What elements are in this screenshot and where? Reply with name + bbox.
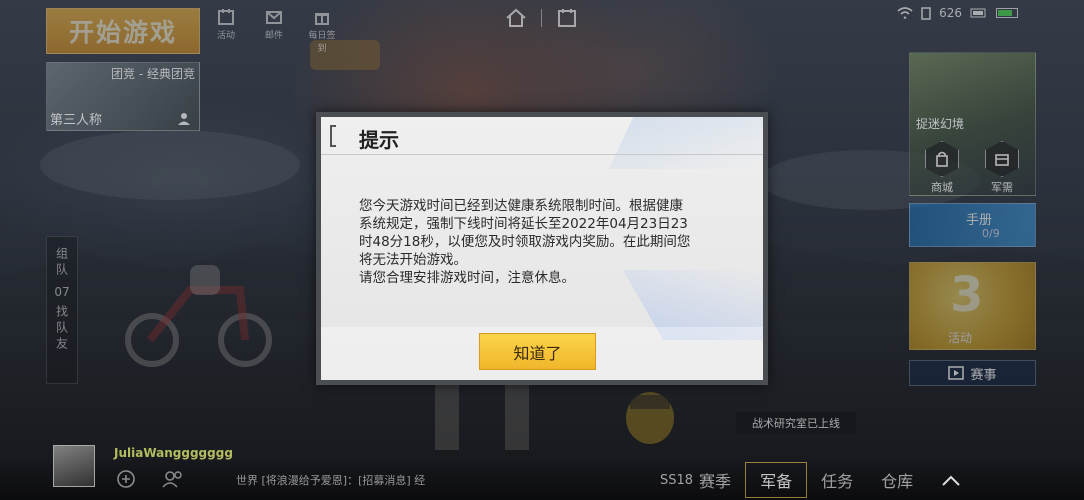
- signal-icon: [921, 7, 931, 20]
- ok-button[interactable]: 知道了: [479, 333, 596, 370]
- tab-inventory[interactable]: 仓库: [867, 462, 927, 498]
- ping-value: 626: [939, 6, 962, 20]
- season-label: 赛季: [699, 472, 732, 491]
- person-swap-icon[interactable]: [175, 112, 193, 126]
- event-label: 活动: [216, 31, 235, 41]
- message-line: 时48分18秒，以便您及时领取游戏内奖励。在此期间您: [359, 234, 691, 250]
- ok-button-label: 知道了: [513, 343, 562, 363]
- match-button-label: 赛事: [970, 367, 997, 383]
- tab-missions[interactable]: 任务: [807, 462, 867, 498]
- status-bar: 626: [897, 6, 1018, 20]
- battery-small-icon: [970, 8, 986, 18]
- team-number: 07: [54, 285, 70, 299]
- gift-label: 每日签到: [308, 31, 336, 54]
- match-button[interactable]: 赛事: [909, 360, 1036, 386]
- username: JuliaWanggggggg: [114, 446, 233, 460]
- armory-label: 军备: [760, 472, 793, 491]
- calendar-icon[interactable]: [556, 8, 578, 28]
- dialog-header: 提示: [321, 117, 763, 155]
- event-icon: [212, 6, 240, 28]
- user-icons: [116, 469, 184, 489]
- shop-card[interactable]: 捉迷幻境 商城 军需: [909, 52, 1036, 196]
- message-line: 您今天游戏时间已经到达健康系统限制时间。根据健康: [359, 198, 683, 214]
- team-panel[interactable]: 组队 07 找队友: [46, 236, 78, 384]
- missions-label: 任务: [821, 472, 854, 491]
- shop-title: 捉迷幻境: [916, 117, 965, 131]
- tactics-lab-tag[interactable]: 战术研究室已上线: [736, 412, 856, 434]
- title-bracket: [330, 125, 336, 147]
- mail-icon: [260, 6, 288, 28]
- dialog-message: 您今天游戏时间已经到达健康系统限制时间。根据健康 系统规定，强制下线时间将延长至…: [359, 197, 739, 287]
- friends-icon[interactable]: [162, 469, 184, 489]
- handbook-card[interactable]: 手册 0/9: [909, 203, 1036, 247]
- event-label: 活动: [948, 331, 973, 345]
- start-game-button[interactable]: 开始游戏: [46, 8, 200, 54]
- find-team-label[interactable]: 找队友: [54, 305, 71, 353]
- crate-icon: [985, 141, 1019, 177]
- mail-label: 邮件: [264, 31, 283, 41]
- gift-icon: [308, 6, 336, 28]
- chevron-up-icon: [942, 475, 960, 486]
- team-label: 组队: [54, 247, 69, 279]
- shop-slot-supply[interactable]: 军需: [982, 141, 1022, 195]
- message-line: 将无法开始游戏。: [359, 252, 467, 268]
- divider: [541, 9, 542, 27]
- shop-slot-mall[interactable]: 商城: [922, 141, 962, 195]
- tactics-lab-label: 战术研究室已上线: [752, 417, 840, 430]
- shopping-bag-icon: [925, 141, 959, 177]
- game-mode-card[interactable]: 团竞 - 经典团竞 第三人称: [46, 62, 200, 131]
- top-center-icons: [505, 8, 578, 28]
- shop-item-1-label: 商城: [931, 181, 953, 194]
- top-icon-bar: 活动 邮件 每日签到: [212, 6, 336, 54]
- expand-button[interactable]: [927, 462, 975, 498]
- event-icon-button[interactable]: 活动: [212, 6, 240, 54]
- handbook-progress: 0/9: [982, 227, 1000, 240]
- mode-name: 团竞 - 经典团竞: [111, 67, 195, 81]
- message-line: 系统规定，强制下线时间将延长至2022年04月23日23: [359, 216, 688, 232]
- event-card[interactable]: 3 活动: [909, 262, 1036, 350]
- tab-season[interactable]: SS18 赛季: [646, 462, 745, 498]
- message-line: 请您合理安排游戏时间，注意休息。: [359, 270, 575, 286]
- battery-fill: [998, 10, 1012, 16]
- tab-armory[interactable]: 军备: [745, 462, 808, 498]
- gift-icon-button[interactable]: 每日签到: [308, 6, 336, 54]
- handbook-title: 手册: [966, 213, 993, 228]
- season-code: SS18: [660, 472, 694, 488]
- home-icon[interactable]: [505, 8, 527, 28]
- perspective-label: 第三人称: [50, 113, 103, 128]
- wifi-icon: [897, 7, 913, 19]
- dialog-title: 提示: [359, 128, 399, 152]
- start-game-label: 开始游戏: [68, 18, 177, 47]
- bottom-tabs: SS18 赛季 军备 任务 仓库: [646, 462, 975, 498]
- mail-icon-button[interactable]: 邮件: [260, 6, 288, 54]
- add-friend-icon[interactable]: [116, 469, 136, 489]
- event-number: 3: [950, 267, 984, 323]
- shop-item-2-label: 军需: [991, 181, 1013, 194]
- avatar[interactable]: [53, 445, 95, 487]
- world-chat-line[interactable]: 世界 [将浪漫给予爱恩]：[招募消息] 经: [236, 472, 425, 488]
- health-system-dialog: 提示 您今天游戏时间已经到达健康系统限制时间。根据健康 系统规定，强制下线时间将…: [316, 112, 768, 385]
- inventory-label: 仓库: [881, 472, 914, 491]
- play-screen-icon: [948, 366, 965, 380]
- battery-indicator: [996, 8, 1018, 18]
